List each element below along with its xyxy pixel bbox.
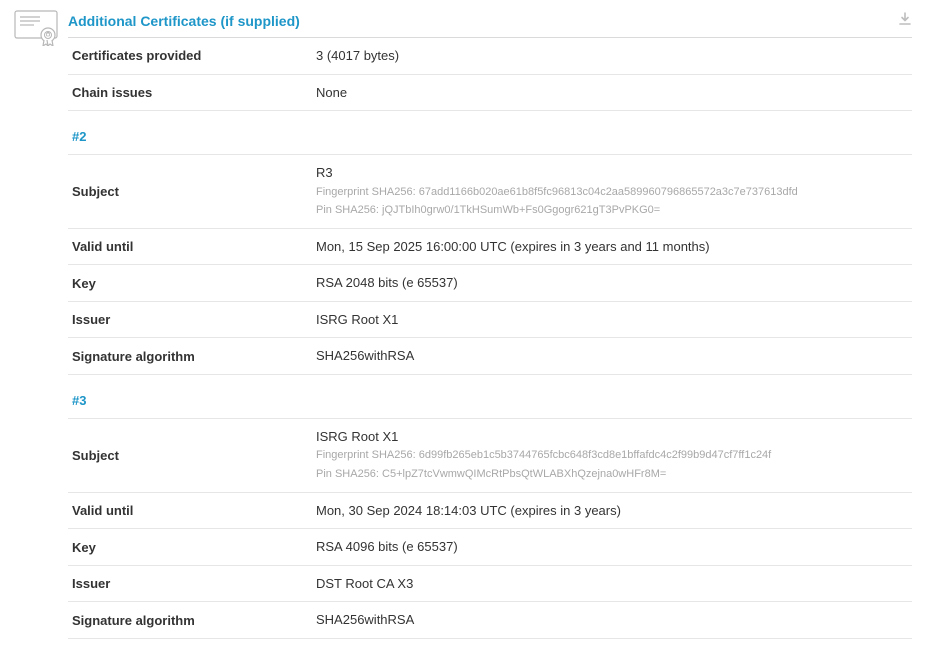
- cert-3-valid-value: Mon, 30 Sep 2024 18:14:03 UTC (expires i…: [316, 503, 621, 518]
- section-title: Additional Certificates (if supplied): [68, 13, 300, 29]
- certs-provided-label: Certificates provided: [68, 46, 316, 66]
- cert-2-valid-label: Valid until: [68, 237, 316, 257]
- certs-provided-value: 3 (4017 bytes): [316, 48, 399, 63]
- cert-2-key-label: Key: [68, 273, 316, 293]
- cert-2-heading: #2: [68, 111, 912, 155]
- cert-3-key-row: Key RSA 4096 bits (e 65537): [68, 529, 912, 566]
- cert-2-issuer-row: Issuer ISRG Root X1: [68, 302, 912, 339]
- section-header: Additional Certificates (if supplied): [68, 6, 912, 38]
- cert-2-subject-label: Subject: [68, 163, 316, 220]
- cert-3-subject-label: Subject: [68, 427, 316, 484]
- chain-issues-label: Chain issues: [68, 83, 316, 103]
- download-icon[interactable]: [898, 12, 912, 29]
- cert-3-heading: #3: [68, 375, 912, 419]
- icon-column: [0, 0, 68, 649]
- cert-3-sigalg-label: Signature algorithm: [68, 610, 316, 630]
- cert-2-valid-row: Valid until Mon, 15 Sep 2025 16:00:00 UT…: [68, 229, 912, 266]
- cert-3-sigalg-value: SHA256withRSA: [316, 612, 414, 627]
- cert-3-valid-row: Valid until Mon, 30 Sep 2024 18:14:03 UT…: [68, 493, 912, 530]
- chain-issues-row: Chain issues None: [68, 75, 912, 112]
- cert-3-pin: Pin SHA256: C5+lpZ7tcVwmwQIMcRtPbsQtWLAB…: [316, 465, 912, 484]
- cert-3-key-label: Key: [68, 537, 316, 557]
- cert-2-sigalg-value: SHA256withRSA: [316, 348, 414, 363]
- cert-3-sigalg-row: Signature algorithm SHA256withRSA: [68, 602, 912, 639]
- certificate-icon: [14, 10, 58, 649]
- cert-3-issuer-row: Issuer DST Root CA X3: [68, 566, 912, 603]
- cert-3-subject-value: ISRG Root X1: [316, 427, 912, 447]
- cert-2-sigalg-label: Signature algorithm: [68, 346, 316, 366]
- cert-3-valid-label: Valid until: [68, 501, 316, 521]
- cert-2-key-value: RSA 2048 bits (e 65537): [316, 275, 458, 290]
- cert-2-key-row: Key RSA 2048 bits (e 65537): [68, 265, 912, 302]
- certs-provided-row: Certificates provided 3 (4017 bytes): [68, 38, 912, 75]
- additional-certs-panel: Additional Certificates (if supplied) Ce…: [0, 0, 940, 649]
- cert-2-subject-row: Subject R3 Fingerprint SHA256: 67add1166…: [68, 155, 912, 229]
- cert-3-fingerprint: Fingerprint SHA256: 6d99fb265eb1c5b37447…: [316, 446, 912, 465]
- cert-3-issuer-value: DST Root CA X3: [316, 576, 413, 591]
- cert-3-issuer-label: Issuer: [68, 574, 316, 594]
- cert-3-key-value: RSA 4096 bits (e 65537): [316, 539, 458, 554]
- content-column: Additional Certificates (if supplied) Ce…: [68, 0, 940, 649]
- cert-2-pin: Pin SHA256: jQJTbIh0grw0/1TkHSumWb+Fs0Gg…: [316, 201, 912, 220]
- cert-2-subject-value: R3: [316, 163, 912, 183]
- cert-2-sigalg-row: Signature algorithm SHA256withRSA: [68, 338, 912, 375]
- cert-2-valid-value: Mon, 15 Sep 2025 16:00:00 UTC (expires i…: [316, 239, 710, 254]
- cert-3-subject-row: Subject ISRG Root X1 Fingerprint SHA256:…: [68, 419, 912, 493]
- cert-2-issuer-value: ISRG Root X1: [316, 312, 398, 327]
- chain-issues-value: None: [316, 85, 347, 100]
- cert-2-fingerprint: Fingerprint SHA256: 67add1166b020ae61b8f…: [316, 183, 912, 202]
- cert-2-issuer-label: Issuer: [68, 310, 316, 330]
